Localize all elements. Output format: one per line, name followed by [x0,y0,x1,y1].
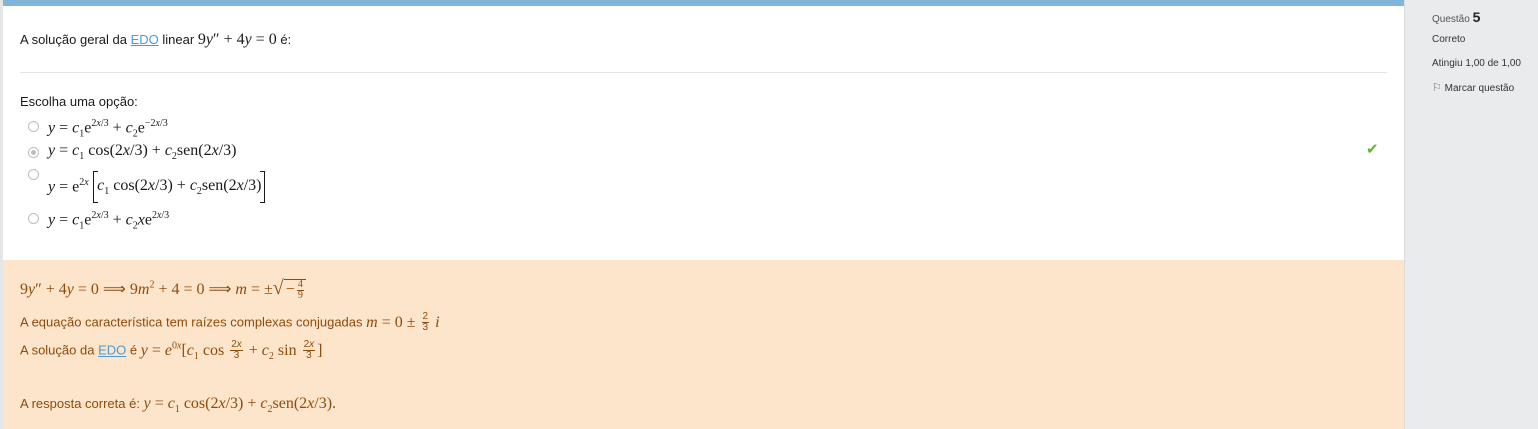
feedback-roots-math: m = 0 ± 23 i [366,311,440,333]
correct-check-icon: ✔ [1366,141,1379,158]
feedback-solution-line: A solução da EDO é y = e0x[c1 cos 2x 3 + … [20,340,322,362]
feedback-solution-math: y = e0x[c1 cos 2x 3 + c2 sin 2x 3] [140,339,323,362]
question-number-value: 5 [1472,9,1481,25]
option-d-label: y = c1e2x/3 + c2xe2x/3 [48,210,170,232]
question-label: Questão [1432,14,1470,25]
question-text-mid: linear [162,32,195,47]
feedback-solution-is: é [129,342,138,358]
question-number: Questão 5 [1432,9,1480,25]
edo-glossary-link[interactable]: EDO [131,32,159,47]
question-info-sidebar: Questão 5 Correto Atingiu 1,00 de 1,00 ⚐… [1404,0,1538,429]
question-grade: Atingiu 1,00 de 1,00 [1432,58,1521,69]
feedback-edo-link[interactable]: EDO [98,343,126,358]
feedback-solution-text: A solução da [20,342,95,358]
option-b-label: y = c1 cos(2x/3) + c2sen(2x/3) [48,142,237,163]
option-b-radio[interactable] [28,147,39,158]
feedback-correct-answer: A resposta correta é: y = c1 cos(2x/3) +… [20,395,336,415]
flag-question-label: Marcar questão [1444,83,1515,94]
question-text: A solução geral da EDO linear 9y″ + 4y =… [20,30,291,50]
option-c-label: y = e2x c1 cos(2x/3) + c2sen(2x/3) [48,171,266,204]
option-c-radio[interactable] [28,169,39,180]
question-text-end: é: [280,32,292,47]
option-a-radio[interactable] [28,121,39,132]
question-status: Correto [1432,34,1466,45]
feedback-panel: 9y″ + 4y = 0 ⟹ 9m2 + 4 = 0 ⟹ m = ±√ −4 9 A… [3,260,1404,429]
correct-answer-label: A resposta correta é: [20,396,140,411]
choose-option-prompt: Escolha uma opção: [20,94,138,109]
question-equation: 9y″ + 4y = 0 [197,31,277,48]
feedback-roots-line: A equação característica tem raízes comp… [20,312,440,333]
feedback-characteristic-equation: 9y″ + 4y = 0 ⟹ 9m2 + 4 = 0 ⟹ m = ±√ −4 9 [20,277,306,301]
flag-icon: ⚐ [1432,82,1442,94]
flag-question-button[interactable]: ⚐ Marcar questão [1432,81,1514,94]
separator [20,72,1387,73]
option-d-radio[interactable] [28,213,39,224]
correct-answer-math: y = c1 cos(2x/3) + c2sen(2x/3). [143,395,337,416]
option-a-label: y = c1e2x/3 + c2e−2x/3 [48,118,168,140]
feedback-roots-text: A equação característica tem raízes comp… [20,314,363,330]
question-text-start: A solução geral da [20,32,127,47]
